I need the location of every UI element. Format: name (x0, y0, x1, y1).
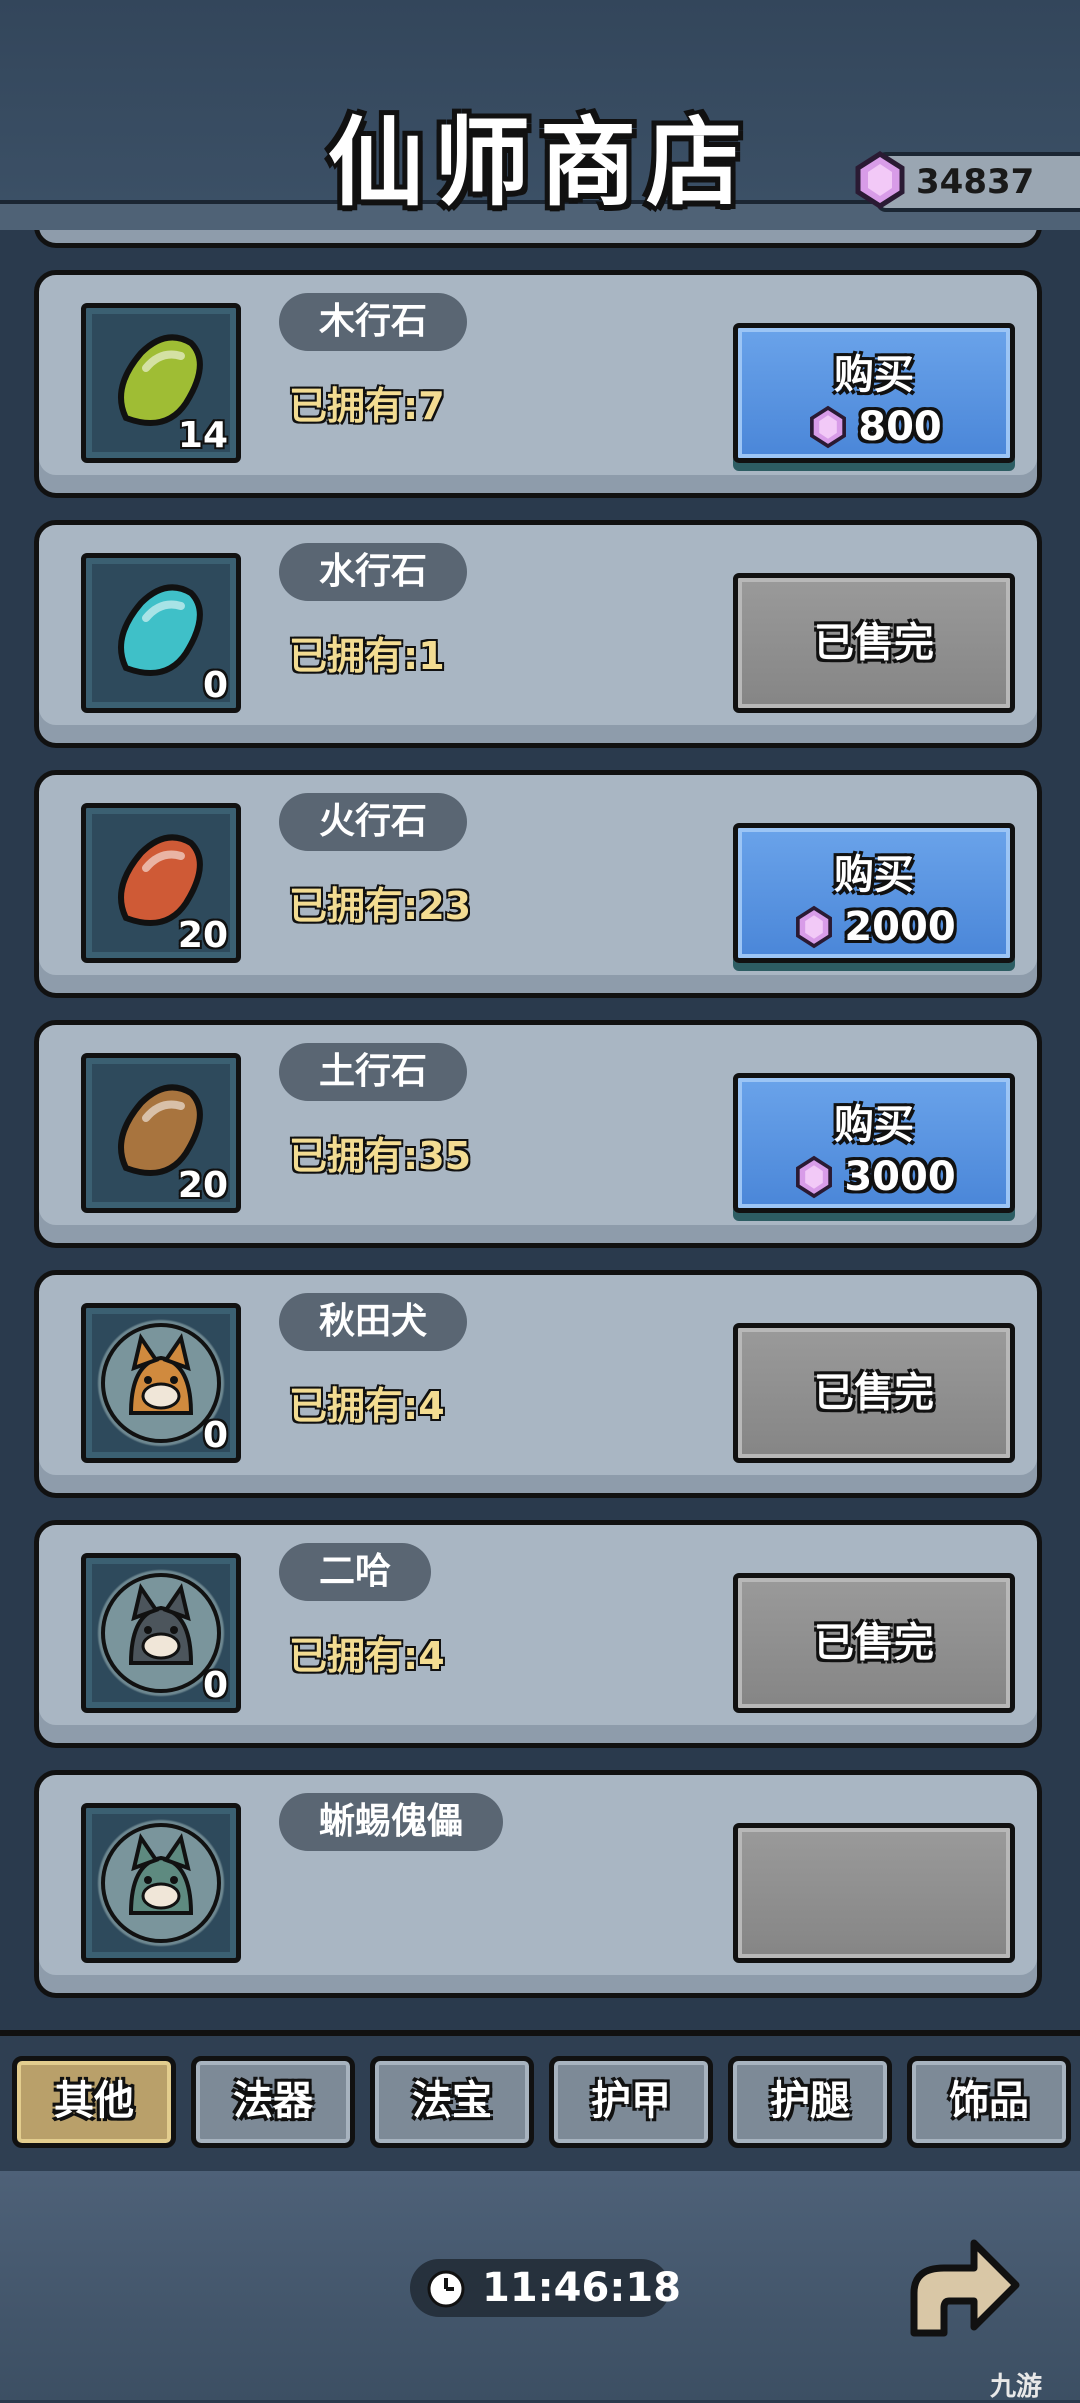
footer-bar: 11:46:18 九游 (0, 2171, 1080, 2402)
buy-label: 购买 (834, 352, 914, 398)
item-name: 木行石 (279, 293, 468, 351)
item-thumbnail[interactable]: 20 (81, 1053, 241, 1213)
item-name: 二哈 (279, 1543, 432, 1601)
refresh-timer: 11:46:18 (410, 2259, 681, 2317)
gem-count: 34837 (916, 162, 1035, 202)
item-count: 0 (202, 1665, 228, 1706)
owned-count: 已拥有:7 (289, 384, 445, 428)
sold-out-button: 已售完 (733, 573, 1015, 713)
back-arrow-icon[interactable] (894, 2223, 1024, 2353)
shop-item-card: 0 二哈已拥有:4 已售完 (34, 1520, 1042, 1748)
buy-button[interactable]: 购买 2000 (733, 823, 1015, 963)
tab-0[interactable]: 其他 (12, 2056, 176, 2148)
tab-4[interactable]: 护腿 (728, 2056, 892, 2148)
price: 3000 (792, 1154, 956, 1200)
buy-button[interactable]: 购买 800 (733, 323, 1015, 463)
item-thumbnail[interactable] (81, 1803, 241, 1963)
gem-balance: 34837 (855, 151, 1080, 212)
clock-icon (427, 2270, 465, 2308)
brand-watermark: 九游 (990, 2372, 1043, 2402)
price-value: 800 (858, 404, 942, 450)
owned-count: 已拥有:35 (289, 1134, 472, 1178)
sold-out-button: 已售完 (733, 1573, 1015, 1713)
item-count: 0 (202, 665, 228, 706)
shop-item-card: 14 木行石已拥有:7 购买 800 (34, 270, 1042, 498)
shop-item-card: 0 秋田犬已拥有:4 已售完 (34, 1270, 1042, 1498)
item-count: 20 (177, 1165, 228, 1206)
shop-item-card: 蜥蜴傀儡 (34, 1770, 1042, 1998)
item-name: 土行石 (279, 1043, 468, 1101)
item-thumbnail[interactable]: 0 (81, 1553, 241, 1713)
item-thumbnail[interactable]: 14 (81, 303, 241, 463)
tab-3[interactable]: 护甲 (549, 2056, 713, 2148)
shop-item-list[interactable]: 20金行石已拥有:24购买500 14 木行石已拥有:7 购买 800 0 水行石已拥有:1… (0, 230, 1080, 2030)
owned-count: 已拥有:23 (289, 884, 472, 928)
item-count: 0 (202, 1415, 228, 1456)
shop-item-card: 20 土行石已拥有:35 购买 3000 (34, 1020, 1042, 1248)
price: 800 (806, 404, 942, 450)
shop-item-card: 0 水行石已拥有:1 已售完 (34, 520, 1042, 748)
sold-out-button: 已售完 (733, 1323, 1015, 1463)
price: 2000 (792, 904, 956, 950)
gem-icon (810, 405, 847, 449)
lizard-puppet-icon (101, 1823, 221, 1943)
buy-button[interactable]: 购买 3000 (733, 1073, 1015, 1213)
item-thumbnail[interactable]: 0 (81, 1303, 241, 1463)
price-value: 2000 (844, 904, 956, 950)
shop-item-card: 20金行石已拥有:24购买500 (34, 230, 1042, 248)
buy-label: 购买 (834, 852, 914, 898)
item-count: 14 (177, 415, 228, 456)
sold-out-button (733, 1823, 1015, 1963)
item-name: 蜥蜴傀儡 (279, 1793, 504, 1851)
buy-label: 购买 (834, 1102, 914, 1148)
price-value: 3000 (844, 1154, 956, 1200)
gem-icon (796, 905, 833, 949)
item-count: 20 (177, 915, 228, 956)
owned-count: 已拥有:1 (289, 634, 445, 678)
gem-icon (796, 1155, 833, 1199)
owned-count: 已拥有:4 (289, 1634, 445, 1678)
shop-header: 仙师商店 34837 (0, 0, 1080, 255)
item-name: 水行石 (279, 543, 468, 601)
item-name: 秋田犬 (279, 1293, 468, 1351)
tab-1[interactable]: 法器 (191, 2056, 355, 2148)
owned-count: 已拥有:4 (289, 1384, 445, 1428)
item-thumbnail[interactable]: 0 (81, 553, 241, 713)
tab-5[interactable]: 饰品 (907, 2056, 1071, 2148)
gem-icon (855, 151, 905, 209)
category-tabs: 其他 法器 法宝 护甲 护腿 饰品 (0, 2030, 1080, 2177)
timer-text: 11:46:18 (482, 2265, 681, 2311)
shop-item-card: 20 火行石已拥有:23 购买 2000 (34, 770, 1042, 998)
item-thumbnail[interactable]: 20 (81, 803, 241, 963)
tab-2[interactable]: 法宝 (370, 2056, 534, 2148)
item-name: 火行石 (279, 793, 468, 851)
